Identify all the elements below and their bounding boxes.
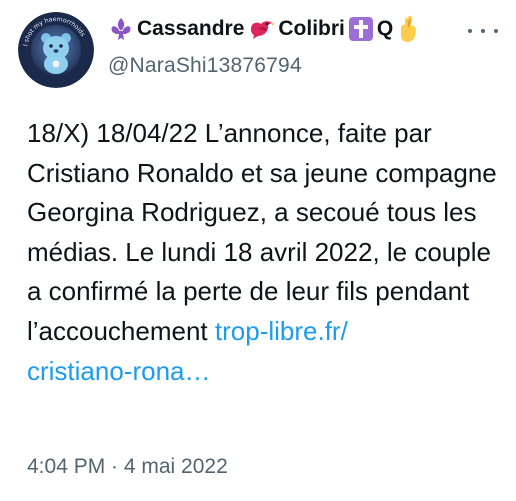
tweet-timestamp[interactable]: 4:04 PM · 4 mai 2022 (27, 452, 228, 482)
display-name-part-3: Q (376, 17, 394, 40)
display-name-part-2: Colibri (278, 17, 345, 40)
more-dot (494, 29, 498, 33)
display-name[interactable]: Cassandre Colibri Q (108, 14, 420, 44)
avatar[interactable]: I shot my haemorrhoids (18, 12, 94, 88)
more-dot (481, 29, 485, 33)
more-options-icon[interactable] (468, 24, 498, 38)
fleur-de-lis-icon (111, 18, 131, 40)
crossed-fingers-icon (401, 15, 417, 42)
more-dot (468, 29, 472, 33)
latin-cross-icon (348, 17, 373, 41)
user-handle[interactable]: @NaraShi13876794 (108, 53, 420, 79)
display-name-part-1: Cassandre (137, 17, 245, 40)
tweet-text: 18/X) 18/04/22 L’annonce, faite par Cris… (27, 114, 507, 391)
tweet-text-content: 18/X) 18/04/22 L’annonce, faite par Cris… (27, 118, 497, 346)
tweet-header: Cassandre Colibri Q @NaraShi13876794 (108, 14, 420, 79)
care-bear-avatar-icon: I shot my haemorrhoids (18, 12, 94, 88)
red-bird-icon (251, 21, 276, 39)
